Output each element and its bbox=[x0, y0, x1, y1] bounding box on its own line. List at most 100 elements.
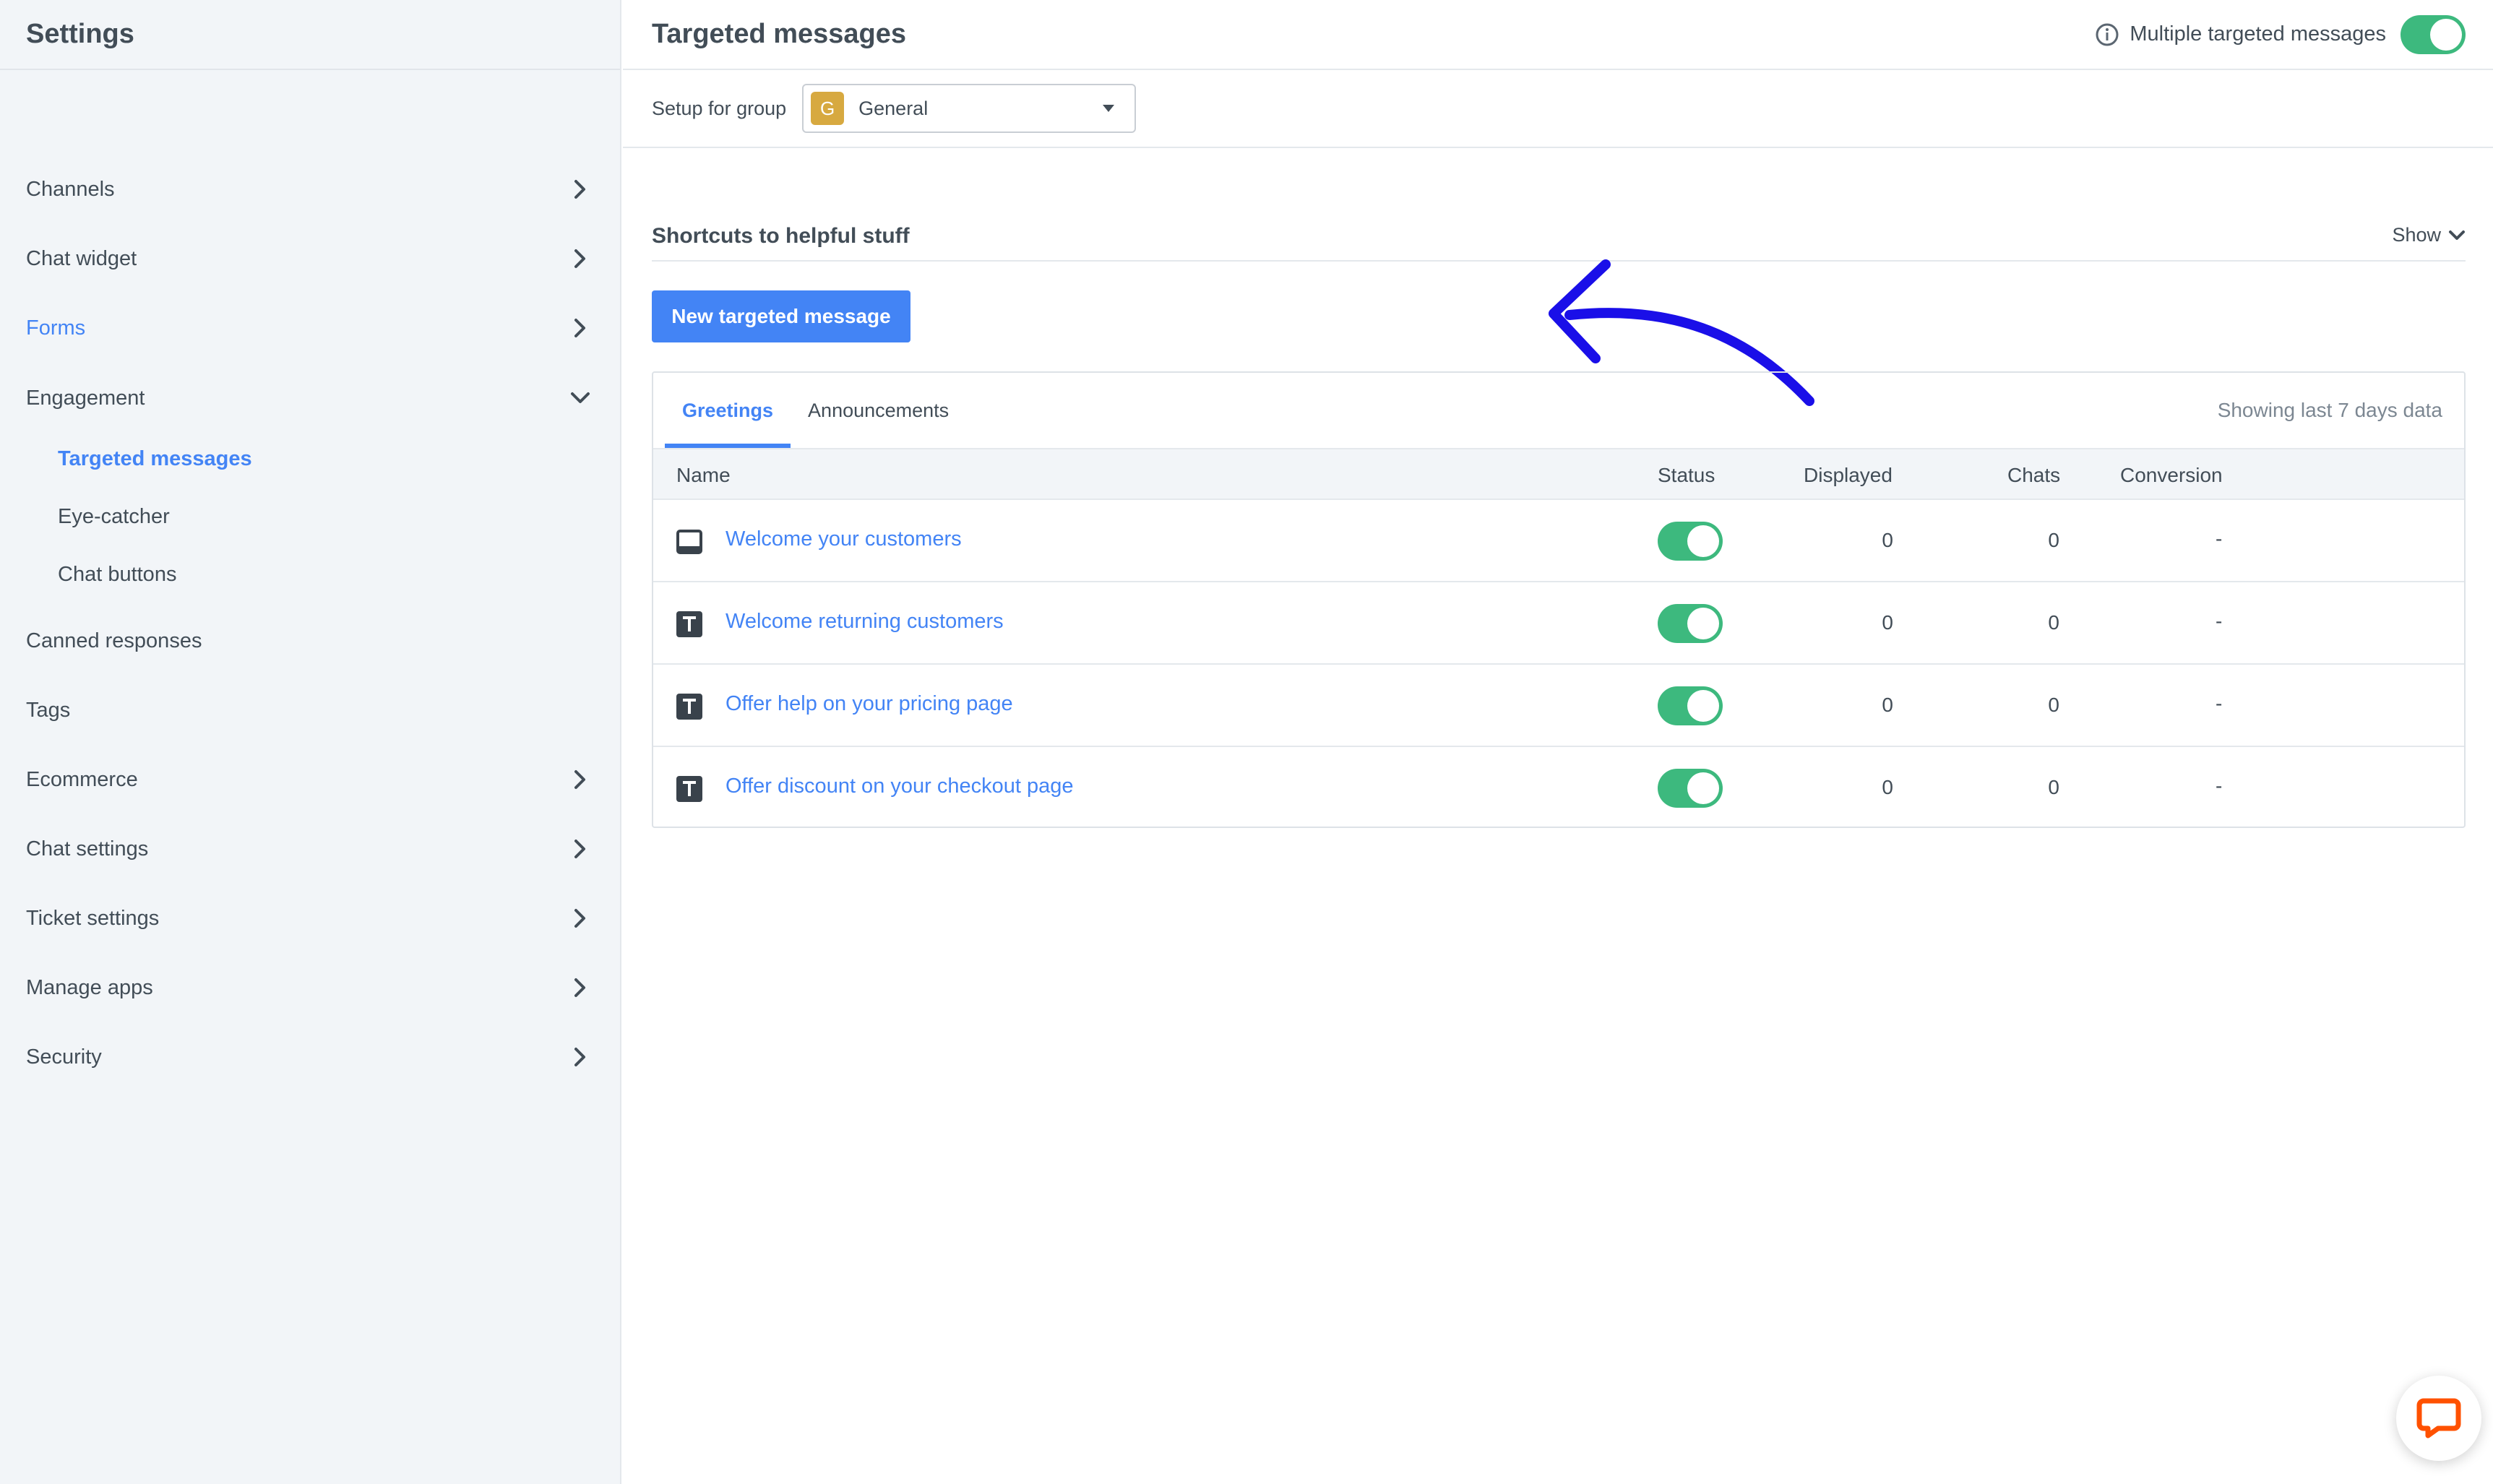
sidebar-title: Settings bbox=[26, 19, 134, 49]
sidebar-item-label: Manage apps bbox=[26, 975, 153, 999]
toggle-knob bbox=[1687, 772, 1719, 804]
chevron-right-icon bbox=[569, 838, 591, 860]
chevron-right-icon bbox=[569, 769, 591, 790]
message-name-link[interactable]: Welcome returning customers bbox=[725, 610, 1004, 634]
toggle-knob bbox=[1687, 525, 1719, 557]
toggle-knob bbox=[1687, 690, 1719, 722]
column-header-chats: Chats bbox=[2007, 464, 2061, 486]
chats-count: 0 bbox=[2048, 776, 2059, 798]
sidebar-item-manage-apps[interactable]: Manage apps bbox=[0, 959, 621, 1017]
table-row: Welcome your customers 0 0 - bbox=[653, 499, 2464, 581]
chats-count: 0 bbox=[2048, 694, 2059, 716]
group-setup-bar: Setup for group G General bbox=[623, 70, 2493, 148]
conversion-value: - bbox=[2216, 610, 2223, 632]
conversion-value: - bbox=[2216, 527, 2223, 550]
multiple-messages-control: Multiple targeted messages bbox=[2095, 14, 2466, 54]
chats-count: 0 bbox=[2048, 529, 2059, 551]
table-row: Offer discount on your checkout page 0 0… bbox=[653, 746, 2464, 828]
caret-down-icon bbox=[1103, 105, 1115, 112]
sidebar-item-chat-widget[interactable]: Chat widget bbox=[0, 230, 621, 288]
chat-bubble-icon bbox=[2416, 1398, 2461, 1438]
shortcuts-show-toggle[interactable]: Show bbox=[2392, 224, 2466, 246]
status-toggle[interactable] bbox=[1658, 769, 1723, 808]
sidebar-item-forms[interactable]: Forms bbox=[0, 299, 621, 357]
group-select[interactable]: G General bbox=[802, 84, 1137, 133]
sidebar-item-ecommerce[interactable]: Ecommerce bbox=[0, 751, 621, 808]
status-toggle[interactable] bbox=[1658, 604, 1723, 643]
displayed-count: 0 bbox=[1882, 611, 1893, 634]
sidebar-item-tags[interactable]: Tags bbox=[0, 681, 621, 739]
text-t-icon bbox=[676, 611, 702, 637]
conversion-value: - bbox=[2216, 775, 2223, 797]
table-row: Offer help on your pricing page 0 0 - bbox=[653, 663, 2464, 746]
sidebar-item-label: Tags bbox=[26, 698, 71, 722]
status-toggle[interactable] bbox=[1658, 686, 1723, 725]
table-header: Name Status Displayed Chats Conversion bbox=[653, 448, 2464, 499]
sidebar-item-channels[interactable]: Channels bbox=[0, 160, 621, 218]
tab-announcements[interactable]: Announcements bbox=[791, 373, 966, 448]
chat-launcher-button[interactable] bbox=[2396, 1376, 2481, 1461]
column-header-displayed: Displayed bbox=[1804, 464, 1893, 486]
status-toggle[interactable] bbox=[1658, 522, 1723, 561]
text-t-icon bbox=[676, 694, 702, 720]
toggle-knob bbox=[1687, 608, 1719, 639]
multiple-messages-label: Multiple targeted messages bbox=[2130, 22, 2386, 46]
sidebar-item-label: Chat settings bbox=[26, 837, 149, 860]
displayed-count: 0 bbox=[1882, 529, 1893, 551]
settings-sidebar: Settings Channels Chat widget Forms Enga… bbox=[0, 0, 621, 1484]
sidebar-item-label: Engagement bbox=[26, 386, 145, 410]
message-name-link[interactable]: Offer discount on your checkout page bbox=[725, 775, 1074, 798]
sidebar-item-label: Security bbox=[26, 1045, 102, 1069]
sidebar-item-eye-catcher[interactable]: Eye-catcher bbox=[0, 488, 621, 545]
messages-panel: Greetings Announcements Showing last 7 d… bbox=[652, 371, 2466, 828]
main-content: Targeted messages Multiple targeted mess… bbox=[623, 0, 2493, 1484]
message-name-link[interactable]: Welcome your customers bbox=[725, 527, 962, 551]
group-label: Setup for group bbox=[652, 97, 787, 119]
data-range-note: Showing last 7 days data bbox=[2217, 399, 2442, 421]
conversion-value: - bbox=[2216, 692, 2223, 715]
group-select-value: General bbox=[858, 97, 929, 119]
sidebar-item-targeted-messages[interactable]: Targeted messages bbox=[0, 430, 621, 488]
page-header: Targeted messages Multiple targeted mess… bbox=[623, 0, 2493, 70]
displayed-count: 0 bbox=[1882, 694, 1893, 716]
sidebar-item-engagement[interactable]: Engagement bbox=[0, 369, 621, 427]
chevron-right-icon bbox=[569, 178, 591, 200]
toggle-knob bbox=[2430, 18, 2462, 51]
new-targeted-message-button[interactable]: New targeted message bbox=[652, 290, 910, 342]
chevron-right-icon bbox=[569, 1046, 591, 1068]
sidebar-item-label: Chat buttons bbox=[58, 562, 177, 586]
shortcuts-title: Shortcuts to helpful stuff bbox=[652, 224, 910, 248]
sidebar-item-label: Targeted messages bbox=[58, 447, 252, 470]
sidebar-item-chat-buttons[interactable]: Chat buttons bbox=[0, 545, 621, 603]
info-icon[interactable] bbox=[2095, 22, 2119, 47]
sidebar-item-label: Eye-catcher bbox=[58, 504, 170, 528]
chevron-right-icon bbox=[569, 907, 591, 929]
displayed-count: 0 bbox=[1882, 776, 1893, 798]
sidebar-item-label: Ecommerce bbox=[26, 767, 138, 791]
sidebar-item-label: Canned responses bbox=[26, 629, 202, 652]
sidebar-item-label: Channels bbox=[26, 177, 115, 201]
show-label: Show bbox=[2392, 224, 2441, 246]
table-row: Welcome returning customers 0 0 - bbox=[653, 581, 2464, 663]
tab-greetings[interactable]: Greetings bbox=[665, 373, 791, 448]
sidebar-item-chat-settings[interactable]: Chat settings bbox=[0, 820, 621, 878]
sidebar-item-label: Forms bbox=[26, 316, 86, 340]
column-header-status: Status bbox=[1658, 464, 1715, 486]
sidebar-item-ticket-settings[interactable]: Ticket settings bbox=[0, 889, 621, 947]
sidebar-item-label: Ticket settings bbox=[26, 906, 160, 930]
sidebar-item-security[interactable]: Security bbox=[0, 1028, 621, 1086]
sidebar-header: Settings bbox=[0, 0, 620, 70]
page-title: Targeted messages bbox=[652, 19, 907, 49]
group-avatar: G bbox=[811, 92, 845, 125]
text-t-icon bbox=[676, 776, 702, 802]
sidebar-item-canned-responses[interactable]: Canned responses bbox=[0, 612, 621, 670]
chevron-down-icon bbox=[2449, 230, 2465, 240]
chevron-right-icon bbox=[569, 977, 591, 998]
chats-count: 0 bbox=[2048, 611, 2059, 634]
sidebar-item-label: Chat widget bbox=[26, 246, 137, 270]
chevron-right-icon bbox=[569, 317, 591, 339]
bar-layout-icon bbox=[676, 530, 702, 554]
chevron-down-icon bbox=[569, 387, 591, 409]
multiple-messages-toggle[interactable] bbox=[2401, 14, 2466, 54]
message-name-link[interactable]: Offer help on your pricing page bbox=[725, 692, 1013, 716]
